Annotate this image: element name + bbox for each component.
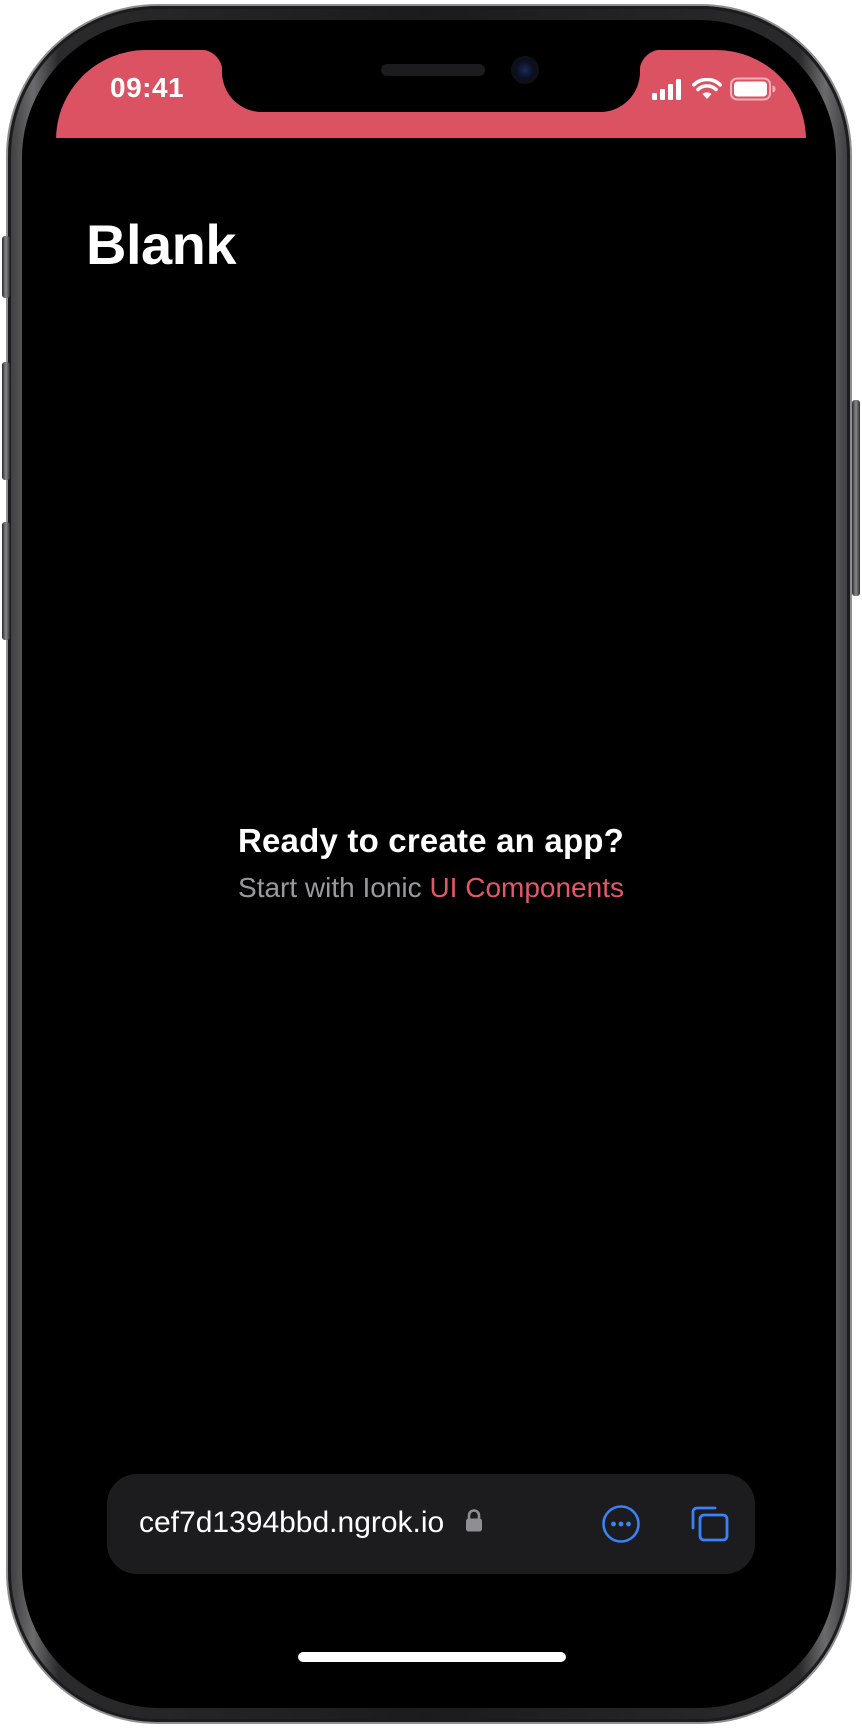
subtext-prefix: Start with Ionic — [238, 872, 422, 903]
volume-up-button — [2, 362, 10, 480]
home-indicator[interactable] — [298, 1652, 566, 1662]
lock-icon — [465, 1508, 483, 1534]
tabs-icon[interactable] — [689, 1502, 731, 1544]
screen: 09:41 Blank Ready to create an app? Star… — [56, 50, 806, 1676]
earpiece-speaker — [381, 64, 485, 76]
empty-state: Ready to create an app? Start with Ionic… — [56, 822, 806, 904]
browser-address-bar[interactable]: cef7d1394bbd.ngrok.io — [107, 1474, 755, 1574]
empty-state-subtext: Start with Ionic UI Components — [56, 872, 806, 904]
silent-switch — [2, 236, 10, 298]
front-camera — [511, 56, 539, 84]
volume-down-button — [2, 522, 10, 640]
cellular-signal-icon — [652, 78, 684, 105]
status-time: 09:41 — [110, 72, 185, 103]
wifi-icon — [692, 77, 722, 105]
ellipsis-circle-icon[interactable] — [601, 1504, 641, 1544]
ui-components-link[interactable]: UI Components — [429, 872, 624, 903]
status-icons — [652, 76, 776, 106]
power-button — [852, 400, 860, 596]
url-text[interactable]: cef7d1394bbd.ngrok.io — [139, 1506, 444, 1540]
notch — [200, 50, 662, 112]
battery-icon — [730, 77, 776, 106]
page-title: Blank — [86, 213, 237, 276]
empty-state-heading: Ready to create an app? — [237, 822, 625, 859]
